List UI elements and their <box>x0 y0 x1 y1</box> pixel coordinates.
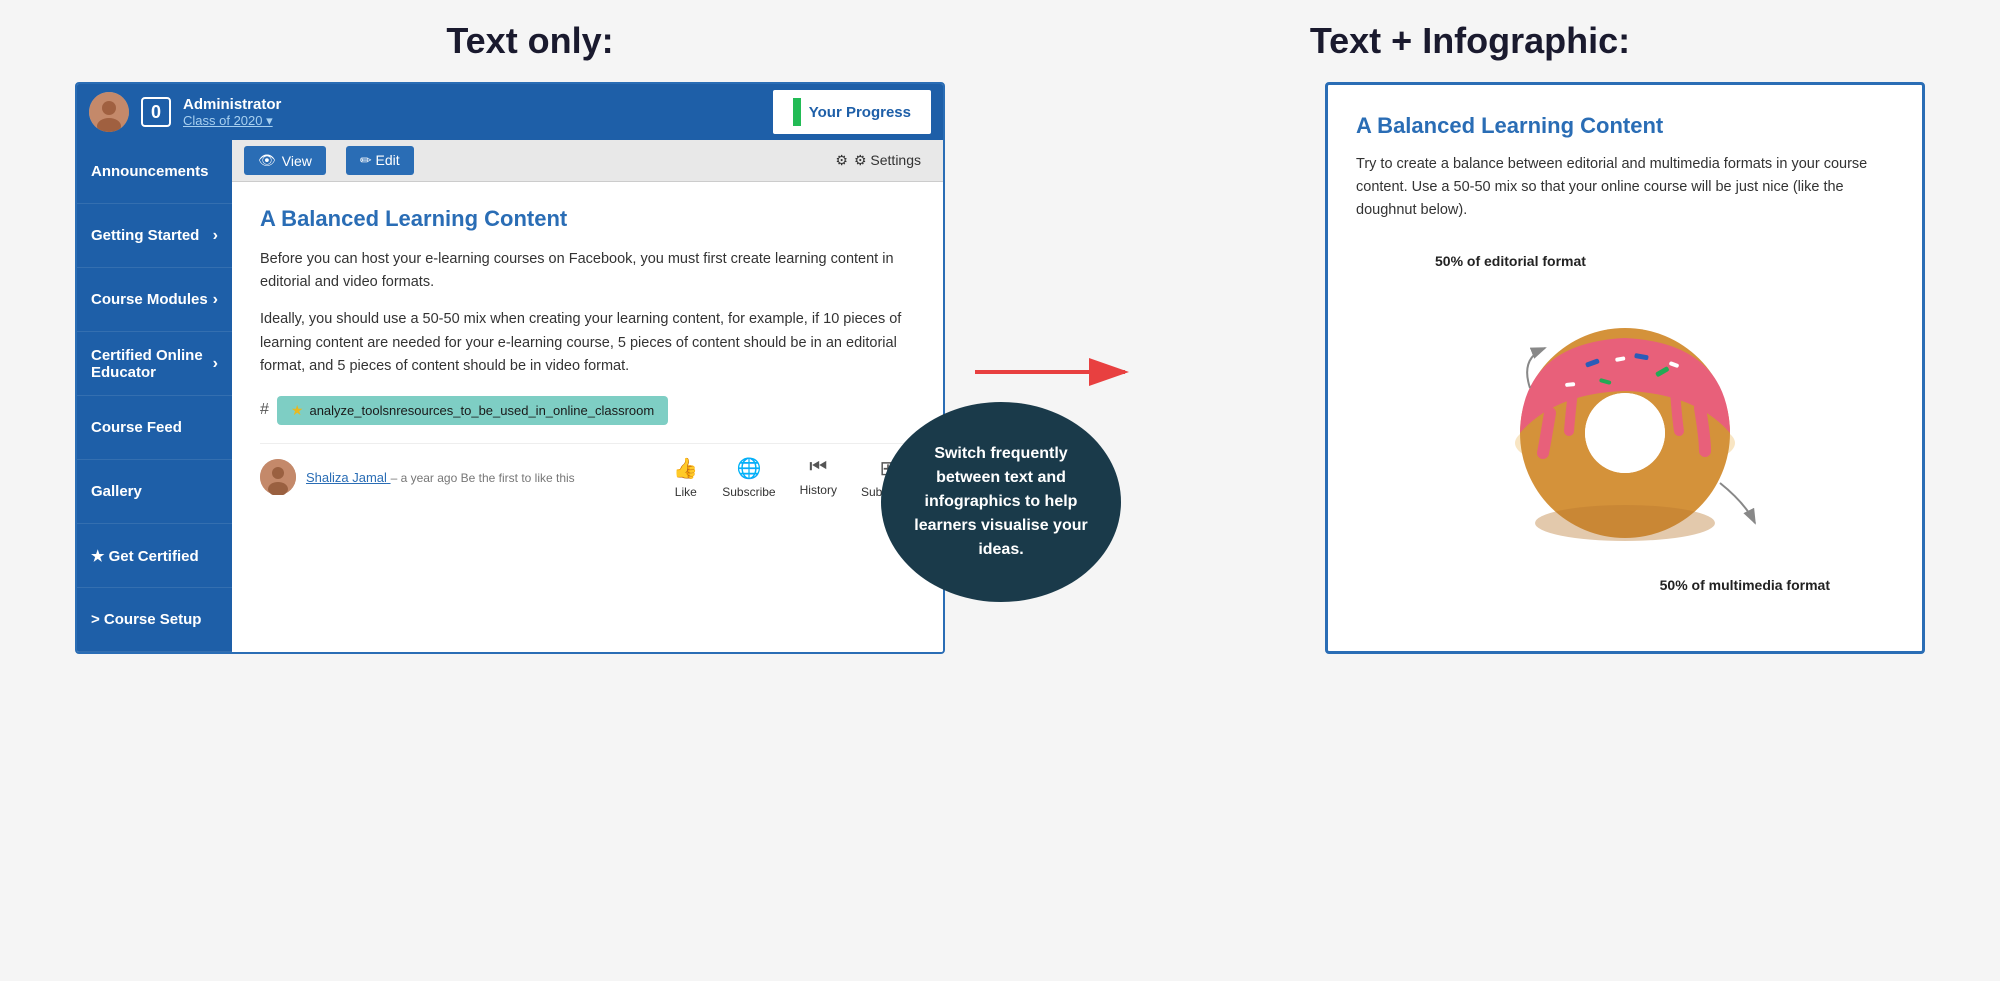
donut-svg <box>1415 283 1835 583</box>
sidebar: Announcements Getting Started › Course M… <box>77 140 232 652</box>
infographic-title: A Balanced Learning Content <box>1356 113 1894 139</box>
content-title: A Balanced Learning Content <box>260 206 915 232</box>
tag-pill[interactable]: ★ analyze_toolsnresources_to_be_used_in_… <box>277 396 668 425</box>
switch-bubble: Switch frequently between text and infog… <box>881 402 1121 602</box>
action-buttons: 👍 Like 🌐 Subscribe ⏮ History <box>673 456 915 499</box>
progress-indicator <box>793 98 801 126</box>
tag-bar: # ★ analyze_toolsnresources_to_be_used_i… <box>260 396 915 425</box>
history-icon: ⏮ <box>809 456 827 479</box>
sidebar-item-course-modules[interactable]: Course Modules › <box>77 268 232 332</box>
infographic-panel: A Balanced Learning Content Try to creat… <box>1325 82 1925 654</box>
text-only-heading: Text only: <box>446 20 613 61</box>
chevron-icon: › <box>213 355 218 373</box>
avatar <box>89 92 129 132</box>
view-button[interactable]: 👁 View <box>244 146 326 175</box>
sidebar-item-getting-started[interactable]: Getting Started › <box>77 204 232 268</box>
notification-badge: 0 <box>141 97 171 127</box>
chevron-icon: › <box>213 291 218 309</box>
sidebar-item-course-feed[interactable]: Course Feed <box>77 396 232 460</box>
sidebar-item-get-certified[interactable]: ★ Get Certified <box>77 524 232 588</box>
avatar-image <box>89 92 129 132</box>
comment-author: Shaliza Jamal – a year ago Be the first … <box>306 470 575 485</box>
tag-hash: # <box>260 401 269 419</box>
settings-icon: ⚙ <box>835 152 848 169</box>
infographic-text: Try to create a balance between editoria… <box>1356 153 1894 223</box>
history-button[interactable]: ⏮ History <box>800 456 837 499</box>
content-area: A Balanced Learning Content Before you c… <box>232 182 943 652</box>
donut-container: 50% of editorial format <box>1356 243 1894 593</box>
sidebar-item-certified-online-educator[interactable]: Certified Online Educator › <box>77 332 232 396</box>
donut-wrapper: 50% of editorial format <box>1415 243 1835 593</box>
user-name: Administrator <box>183 96 761 113</box>
like-button[interactable]: 👍 Like <box>673 456 698 499</box>
label-editorial: 50% of editorial format <box>1435 253 1586 269</box>
chevron-icon: › <box>213 227 218 245</box>
sidebar-item-course-setup[interactable]: > Course Setup <box>77 588 232 652</box>
comment-time: – a year ago Be the first to like this <box>391 471 575 485</box>
comment-author-link[interactable]: Shaliza Jamal <box>306 470 391 485</box>
sidebar-item-announcements[interactable]: Announcements <box>77 140 232 204</box>
sidebar-item-gallery[interactable]: Gallery <box>77 460 232 524</box>
top-bar: 0 Administrator Class of 2020 ▾ Your Pro… <box>77 84 943 140</box>
progress-button[interactable]: Your Progress <box>773 90 931 134</box>
main-content: 0 Administrator Class of 2020 ▾ Your Pro… <box>0 82 2000 654</box>
text-only-panel: 0 Administrator Class of 2020 ▾ Your Pro… <box>75 82 945 654</box>
subscribe-button[interactable]: 🌐 Subscribe <box>722 456 775 499</box>
content-para1: Before you can host your e-learning cour… <box>260 248 915 294</box>
infographic-heading: Text + Infographic: <box>1310 20 1630 61</box>
toolbar: 👁 View ✏ Edit ⚙ ⚙ Settings <box>232 140 943 182</box>
page-header: Text only: Text + Infographic: <box>0 0 2000 82</box>
subscribe-icon: 🌐 <box>736 456 761 481</box>
app-body: Announcements Getting Started › Course M… <box>77 140 943 652</box>
user-info: Administrator Class of 2020 ▾ <box>183 96 761 129</box>
tag-text: analyze_toolsnresources_to_be_used_in_on… <box>309 403 654 418</box>
red-arrow <box>975 342 1135 402</box>
edit-button[interactable]: ✏ Edit <box>346 146 414 175</box>
user-class[interactable]: Class of 2020 ▾ <box>183 113 761 129</box>
main-area: 👁 View ✏ Edit ⚙ ⚙ Settings A Balanced Le… <box>232 140 943 652</box>
like-icon: 👍 <box>673 456 698 481</box>
label-multimedia: 50% of multimedia format <box>1660 577 1830 593</box>
comment-bar: Shaliza Jamal – a year ago Be the first … <box>260 443 915 499</box>
eye-icon: 👁 <box>258 152 276 169</box>
commenter-avatar <box>260 459 296 495</box>
settings-button[interactable]: ⚙ ⚙ Settings <box>825 146 931 175</box>
star-icon: ★ <box>291 402 304 419</box>
content-para2: Ideally, you should use a 50-50 mix when… <box>260 308 915 378</box>
arrow-bubble-area: Switch frequently between text and infog… <box>1005 82 1265 654</box>
